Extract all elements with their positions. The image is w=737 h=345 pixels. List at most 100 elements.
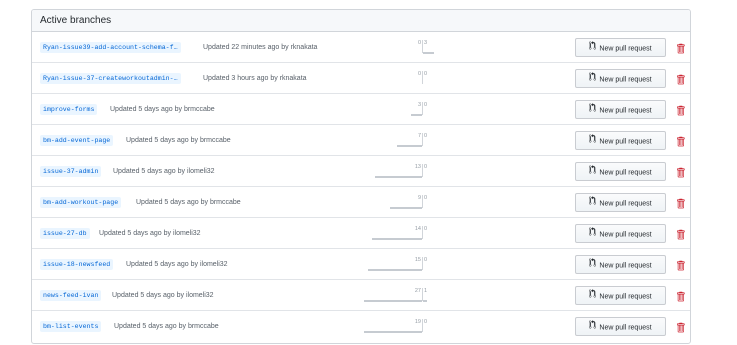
branch-row: issue-18-newsfeed Updated 5 days ago by i…	[32, 249, 690, 280]
ahead-behind-graph: 27 1	[362, 287, 482, 305]
behind-bar	[411, 114, 422, 116]
panel-title: Active branches	[32, 10, 690, 32]
branch-name-link[interactable]: issue-27-db	[40, 228, 90, 239]
branch-updated-info: Updated 5 days ago by ilomeli32	[112, 291, 214, 300]
branch-row: bm-add-event-page Updated 5 days ago by b…	[32, 125, 690, 156]
new-pull-request-label: New pull request	[599, 76, 652, 84]
branch-row: bm-list-events Updated 5 days ago by brmc…	[32, 311, 690, 342]
branch-name-link[interactable]: bm-list-events	[40, 321, 102, 332]
behind-count: 19	[414, 319, 421, 325]
new-pull-request-button[interactable]: New pull request	[575, 69, 666, 88]
updated-text: Updated 5 days ago by	[99, 230, 171, 237]
branch-name-link[interactable]: news-feed-ivan	[40, 290, 102, 301]
ahead-behind-divider	[422, 164, 423, 177]
author-link[interactable]: brmccabe	[184, 106, 215, 113]
new-pull-request-button[interactable]: New pull request	[575, 224, 666, 243]
new-pull-request-label: New pull request	[599, 45, 652, 53]
branch-row: bm-add-workout-page Updated 5 days ago by…	[32, 187, 690, 218]
ahead-behind-graph: 30	[362, 101, 482, 119]
author-link[interactable]: brmccabe	[210, 199, 241, 206]
ahead-behind-divider	[422, 71, 423, 84]
behind-bar	[371, 238, 422, 240]
author-link[interactable]: ilomeli32	[186, 292, 214, 299]
ahead-count: 0	[424, 319, 428, 325]
updated-text: Updated 5 days ago by	[126, 137, 198, 144]
trash-icon[interactable]	[676, 72, 685, 85]
behind-count: 3	[417, 102, 421, 108]
author-link[interactable]: brmccabe	[200, 137, 231, 144]
git-pull-request-icon	[589, 71, 597, 88]
new-pull-request-button[interactable]: New pull request	[575, 131, 666, 150]
author-link[interactable]: rknakata	[280, 75, 307, 82]
ahead-count: 0	[424, 164, 428, 170]
updated-text: Updated 5 days ago by	[136, 199, 208, 206]
behind-count: 7	[417, 133, 421, 139]
branch-name-link[interactable]: bm-add-workout-page	[40, 197, 122, 208]
author-link[interactable]: ilomeli32	[200, 261, 228, 268]
updated-text: Updated 5 days ago by	[113, 168, 185, 175]
behind-bar	[364, 300, 422, 302]
new-pull-request-button[interactable]: New pull request	[575, 100, 666, 119]
behind-count: 14	[414, 226, 421, 232]
new-pull-request-button[interactable]: New pull request	[575, 255, 666, 274]
ahead-count: 0	[424, 71, 428, 77]
ahead-behind-divider	[422, 319, 423, 332]
branch-name-link[interactable]: bm-add-event-page	[40, 135, 114, 146]
new-pull-request-label: New pull request	[599, 231, 652, 239]
git-pull-request-icon	[589, 133, 597, 150]
updated-text: Updated 5 days ago by	[114, 323, 186, 330]
behind-count: 13	[414, 164, 421, 170]
ahead-count: 3	[424, 40, 428, 46]
new-pull-request-button[interactable]: New pull request	[575, 38, 666, 57]
git-pull-request-icon	[589, 195, 597, 212]
branch-name-link[interactable]: Ryan-issue-37-createworkoutadmin-…	[40, 73, 181, 84]
author-link[interactable]: ilomeli32	[187, 168, 215, 175]
ahead-count: 0	[424, 133, 428, 139]
behind-bar	[368, 269, 422, 271]
new-pull-request-button[interactable]: New pull request	[575, 286, 666, 305]
updated-text: Updated 22 minutes ago by	[203, 44, 289, 51]
git-pull-request-icon	[589, 164, 597, 181]
updated-text: Updated 5 days ago by	[110, 106, 182, 113]
branch-row: issue-37-admin Updated 5 days ago by ilom…	[32, 156, 690, 187]
new-pull-request-button[interactable]: New pull request	[575, 317, 666, 336]
ahead-behind-divider	[422, 226, 423, 239]
trash-icon[interactable]	[676, 196, 685, 209]
git-pull-request-icon	[589, 40, 597, 57]
active-branches-panel: Active branches Ryan-issue39-add-account…	[31, 9, 691, 344]
branch-updated-info: Updated 5 days ago by ilomeli32	[126, 260, 228, 269]
ahead-behind-divider	[422, 133, 423, 146]
behind-bar	[389, 207, 422, 209]
trash-icon[interactable]	[676, 165, 685, 178]
trash-icon[interactable]	[676, 227, 685, 240]
new-pull-request-button[interactable]: New pull request	[575, 162, 666, 181]
author-link[interactable]: ilomeli32	[173, 230, 201, 237]
branch-name-link[interactable]: Ryan-issue39-add-account-schema-f…	[40, 42, 181, 53]
trash-icon[interactable]	[676, 134, 685, 147]
trash-icon[interactable]	[676, 289, 685, 302]
ahead-count: 0	[424, 226, 428, 232]
trash-icon[interactable]	[676, 103, 685, 116]
new-pull-request-button[interactable]: New pull request	[575, 193, 666, 212]
ahead-behind-divider	[422, 195, 423, 208]
ahead-behind-divider	[422, 257, 423, 270]
trash-icon[interactable]	[676, 258, 685, 271]
trash-icon[interactable]	[676, 320, 685, 333]
ahead-count: 1	[424, 288, 428, 294]
ahead-behind-graph: 70	[362, 132, 482, 150]
branch-name-link[interactable]: issue-37-admin	[40, 166, 102, 177]
author-link[interactable]: brmccabe	[188, 323, 219, 330]
branch-name-link[interactable]: improve-forms	[40, 104, 98, 115]
ahead-behind-divider	[422, 102, 423, 115]
branch-updated-info: Updated 22 minutes ago by rknakata	[203, 43, 317, 52]
branch-row: news-feed-ivan Updated 5 days ago by ilom…	[32, 280, 690, 311]
author-link[interactable]: rknakata	[291, 44, 318, 51]
branch-updated-info: Updated 5 days ago by brmccabe	[136, 198, 241, 207]
ahead-behind-graph: 03	[362, 39, 482, 57]
branch-list: Ryan-issue39-add-account-schema-f… Update…	[32, 32, 690, 342]
branch-name-link[interactable]: issue-18-newsfeed	[40, 259, 114, 270]
trash-icon[interactable]	[676, 41, 685, 54]
ahead-count: 0	[424, 102, 428, 108]
ahead-behind-graph: 13 0	[362, 163, 482, 181]
ahead-count: 0	[424, 257, 428, 263]
